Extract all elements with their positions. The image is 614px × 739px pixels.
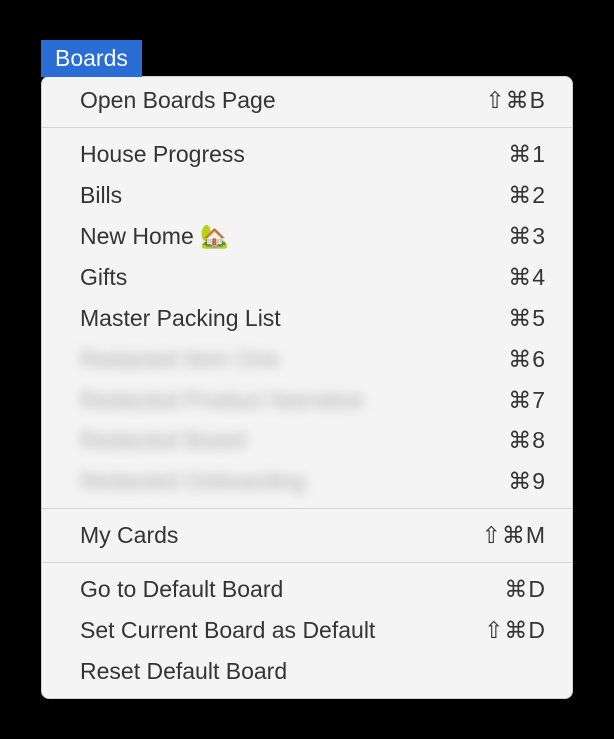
menu-item-shortcut: ⌘1 bbox=[508, 137, 546, 172]
menu-item-label: Reset Default Board bbox=[80, 654, 546, 689]
menu-item-shortcut: ⇧⌘M bbox=[482, 518, 546, 553]
menu-item-shortcut: ⌘9 bbox=[508, 464, 546, 499]
menu-item-label: Gifts bbox=[80, 260, 508, 295]
menu-item[interactable]: Master Packing List⌘5 bbox=[42, 298, 572, 339]
menu-item[interactable]: Redacted Onboarding⌘9 bbox=[42, 461, 572, 502]
menu-item[interactable]: Open Boards Page⇧⌘B bbox=[42, 80, 572, 121]
menu-item[interactable]: My Cards⇧⌘M bbox=[42, 515, 572, 556]
menu-item-shortcut: ⌘7 bbox=[508, 383, 546, 418]
menu-separator bbox=[42, 562, 572, 563]
menu-item-label: House Progress bbox=[80, 137, 508, 172]
menu-item-shortcut: ⌘8 bbox=[508, 423, 546, 458]
menu-item-label: My Cards bbox=[80, 518, 482, 553]
menu-item[interactable]: Redacted Item One⌘6 bbox=[42, 339, 572, 380]
menu-item-label: Redacted Onboarding bbox=[80, 464, 508, 499]
menu-item-label: Go to Default Board bbox=[80, 572, 504, 607]
menu-item[interactable]: Redacted Board⌘8 bbox=[42, 420, 572, 461]
menu-title[interactable]: Boards bbox=[41, 40, 142, 77]
menu-item[interactable]: Set Current Board as Default⇧⌘D bbox=[42, 610, 572, 651]
menu-item-label: Master Packing List bbox=[80, 301, 508, 336]
menu-separator bbox=[42, 127, 572, 128]
menu-item-label: Set Current Board as Default bbox=[80, 613, 484, 648]
menu-separator bbox=[42, 508, 572, 509]
menu-item-shortcut: ⇧⌘B bbox=[485, 83, 546, 118]
menu-item-label: Redacted Item One bbox=[80, 342, 508, 377]
menu-item-shortcut: ⌘3 bbox=[508, 219, 546, 254]
menu-item-shortcut: ⇧⌘D bbox=[484, 613, 546, 648]
menu-item-label: Redacted Product Narrative bbox=[80, 383, 508, 418]
menu-item-label: New Home 🏡 bbox=[80, 219, 508, 254]
menu-item[interactable]: Redacted Product Narrative⌘7 bbox=[42, 380, 572, 421]
menu-item-shortcut: ⌘2 bbox=[508, 178, 546, 213]
menu-title-label: Boards bbox=[55, 45, 128, 71]
menu-item[interactable]: House Progress⌘1 bbox=[42, 134, 572, 175]
menu-item-label: Redacted Board bbox=[80, 423, 508, 458]
menu-item[interactable]: New Home 🏡⌘3 bbox=[42, 216, 572, 257]
boards-menu: Boards Open Boards Page⇧⌘B House Progress… bbox=[41, 40, 573, 699]
menu-item-shortcut: ⌘4 bbox=[508, 260, 546, 295]
menu-dropdown: Open Boards Page⇧⌘B House Progress⌘1Bills… bbox=[41, 76, 573, 699]
menu-item-shortcut: ⌘D bbox=[504, 572, 546, 607]
menu-item[interactable]: Reset Default Board bbox=[42, 651, 572, 692]
menu-item[interactable]: Bills⌘2 bbox=[42, 175, 572, 216]
menu-item-label: Open Boards Page bbox=[80, 83, 485, 118]
menu-item-label: Bills bbox=[80, 178, 508, 213]
menu-item[interactable]: Gifts⌘4 bbox=[42, 257, 572, 298]
menu-item[interactable]: Go to Default Board⌘D bbox=[42, 569, 572, 610]
menu-item-shortcut: ⌘6 bbox=[508, 342, 546, 377]
menu-item-shortcut: ⌘5 bbox=[508, 301, 546, 336]
